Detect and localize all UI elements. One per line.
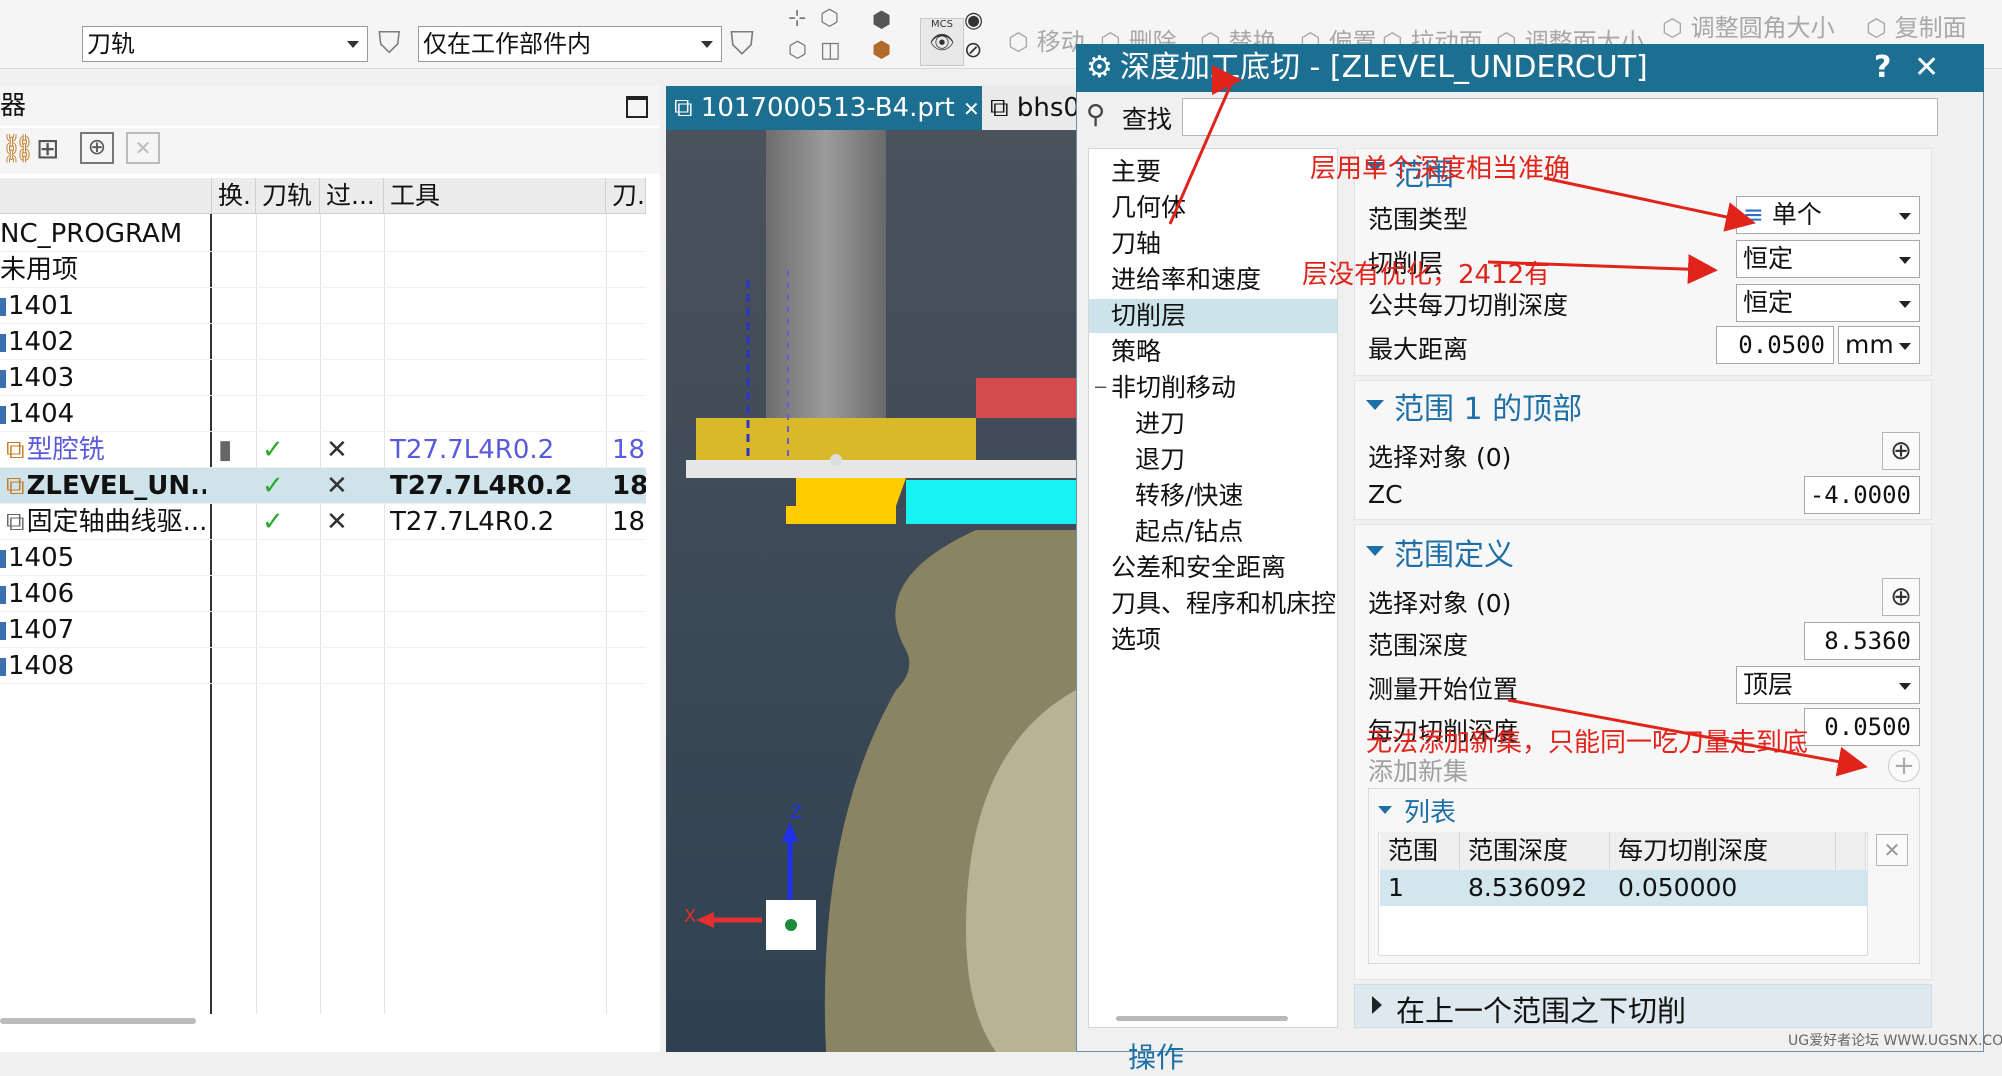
annotation-arrows — [1168, 81, 1868, 777]
annotation-arrow-range-type — [1543, 176, 1756, 232]
watermark: UG爱好者论坛 WWW.UGSNX.COM — [1788, 1033, 2002, 1049]
annotation-cut-levels: 层没有优化，2412有 — [1302, 260, 1551, 290]
annotation-add-set: 无法添加新集，只能同一吃刀量走到底 — [1366, 728, 1809, 758]
annotation-arrow-title — [1168, 81, 1234, 225]
annotation-range-type: 层用单个深度相当准确 — [1310, 154, 1571, 184]
